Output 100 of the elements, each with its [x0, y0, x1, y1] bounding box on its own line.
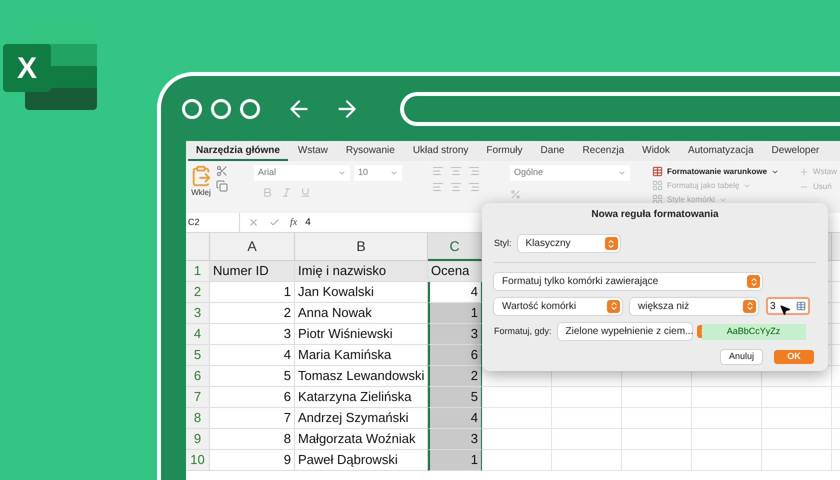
row-number[interactable]: 10: [186, 450, 210, 471]
empty-cell: [762, 450, 832, 471]
table-cell: 2: [210, 303, 295, 324]
font-size-field[interactable]: 10: [354, 165, 402, 181]
styles-menu-button[interactable]: Formatowanie warunkowe: [652, 165, 780, 178]
chevron-down-icon: [618, 169, 626, 177]
rule-type-select[interactable]: Formatuj tylko komórki zawierające: [494, 273, 762, 290]
table-cell[interactable]: 2: [428, 366, 482, 387]
row-number[interactable]: 9: [186, 429, 210, 450]
table-cell: 4: [210, 345, 295, 366]
table-icon: [652, 166, 663, 177]
formula-field[interactable]: 4: [305, 215, 311, 230]
dialog-title: Nowa reguła formatowania: [590, 208, 720, 221]
table-cell[interactable]: 6: [428, 345, 482, 366]
ribbon-tab[interactable]: Rysowanie: [338, 141, 403, 161]
row-number[interactable]: 7: [186, 387, 210, 408]
ribbon-tab[interactable]: Deweloper: [764, 141, 828, 161]
table-cell[interactable]: 3: [428, 324, 482, 345]
window-control-icon[interactable]: [182, 98, 202, 118]
empty-cell: [552, 408, 622, 429]
row-number[interactable]: 3: [186, 303, 210, 324]
stepper-icon: [743, 300, 756, 312]
format-label: Formatuj, gdy:: [494, 324, 552, 338]
table-cell: 5: [210, 366, 295, 387]
row-number[interactable]: 2: [186, 282, 210, 303]
table-cell: 3: [210, 324, 295, 345]
table-cell: 7: [210, 408, 295, 429]
align-center-icon[interactable]: [450, 181, 462, 193]
value-input[interactable]: 3: [766, 297, 810, 315]
table-cell: Imię i nazwisko: [295, 261, 428, 282]
paste-button[interactable]: Wklej: [190, 165, 212, 199]
bold-icon[interactable]: [262, 187, 273, 198]
ribbon-tab[interactable]: Formuły: [478, 141, 531, 161]
align-left-icon[interactable]: [432, 181, 444, 193]
style-select[interactable]: Klasyczny: [518, 235, 620, 252]
font-field[interactable]: Arial: [254, 165, 350, 181]
empty-cell: [622, 408, 692, 429]
excel-logo: X: [3, 22, 97, 112]
copy-icon[interactable]: [216, 180, 228, 192]
cancel-button[interactable]: Anuluj: [720, 350, 762, 364]
ribbon-tab[interactable]: Wstaw: [290, 141, 336, 161]
table-cell: 1: [210, 282, 295, 303]
ribbon-tab[interactable]: Recenzja: [574, 141, 632, 161]
mouse-cursor-icon: [779, 304, 791, 316]
align-right-icon[interactable]: [468, 165, 480, 177]
ribbon-tab[interactable]: Układ strony: [404, 141, 476, 161]
table-cell: 8: [210, 429, 295, 450]
row-number[interactable]: 1: [186, 261, 210, 282]
condition-select[interactable]: Wartość komórki: [494, 298, 622, 314]
ribbon-tab[interactable]: Widok: [634, 141, 678, 161]
number-format-field[interactable]: Ogólne: [510, 165, 630, 181]
table-cell: 6: [210, 387, 295, 408]
cancel-icon[interactable]: [248, 217, 259, 228]
table-cell[interactable]: 5: [428, 387, 482, 408]
plus-icon: [799, 166, 810, 176]
stepper-icon: [607, 300, 620, 312]
align-center-icon[interactable]: [450, 165, 462, 177]
align-right-icon[interactable]: [468, 181, 480, 193]
empty-cell: [762, 408, 832, 429]
table-cell[interactable]: 1: [428, 303, 482, 324]
stepper-icon: [747, 275, 760, 288]
format-preview: AaBbCcYyZz: [702, 324, 806, 340]
italic-icon[interactable]: [281, 187, 292, 198]
empty-cell: [692, 429, 762, 450]
function-label[interactable]: fx: [290, 215, 298, 230]
empty-cell: [552, 429, 622, 450]
row-number[interactable]: 4: [186, 324, 210, 345]
percent-icon[interactable]: [510, 189, 521, 200]
align-left-icon[interactable]: [432, 165, 444, 177]
ribbon-tab[interactable]: Automatyzacja: [680, 141, 762, 161]
style-label: Styl:: [494, 236, 512, 250]
underline-icon[interactable]: [300, 187, 311, 198]
chevron-down-icon: [338, 169, 346, 177]
confirm-icon[interactable]: [269, 217, 280, 228]
empty-cell: [692, 450, 762, 471]
row-number[interactable]: 6: [186, 366, 210, 387]
table-cell[interactable]: 4: [428, 408, 482, 429]
row-number[interactable]: 5: [186, 345, 210, 366]
table-cell[interactable]: 4: [428, 282, 482, 303]
operator-select[interactable]: większa niż: [630, 298, 758, 314]
table-cell: 9: [210, 450, 295, 471]
ribbon-tab[interactable]: Dane: [532, 141, 572, 161]
grid-icon: [652, 180, 663, 191]
cut-icon[interactable]: [216, 165, 228, 177]
empty-cell: [552, 450, 622, 471]
empty-cell: [692, 408, 762, 429]
window-control-icon[interactable]: [240, 98, 260, 118]
empty-cell: [622, 387, 692, 408]
range-picker-icon[interactable]: [796, 301, 806, 311]
empty-cell: [622, 429, 692, 450]
address-bar[interactable]: [400, 92, 840, 126]
chevron-down-icon: [390, 169, 398, 177]
column-header[interactable]: C: [428, 233, 482, 261]
table-cell[interactable]: 3: [428, 429, 482, 450]
empty-cell: [762, 429, 832, 450]
stepper-icon: [604, 237, 618, 250]
empty-cell: [692, 387, 762, 408]
table-cell[interactable]: 1: [428, 450, 482, 471]
window-control-icon[interactable]: [211, 98, 231, 118]
row-number[interactable]: 8: [186, 408, 210, 429]
